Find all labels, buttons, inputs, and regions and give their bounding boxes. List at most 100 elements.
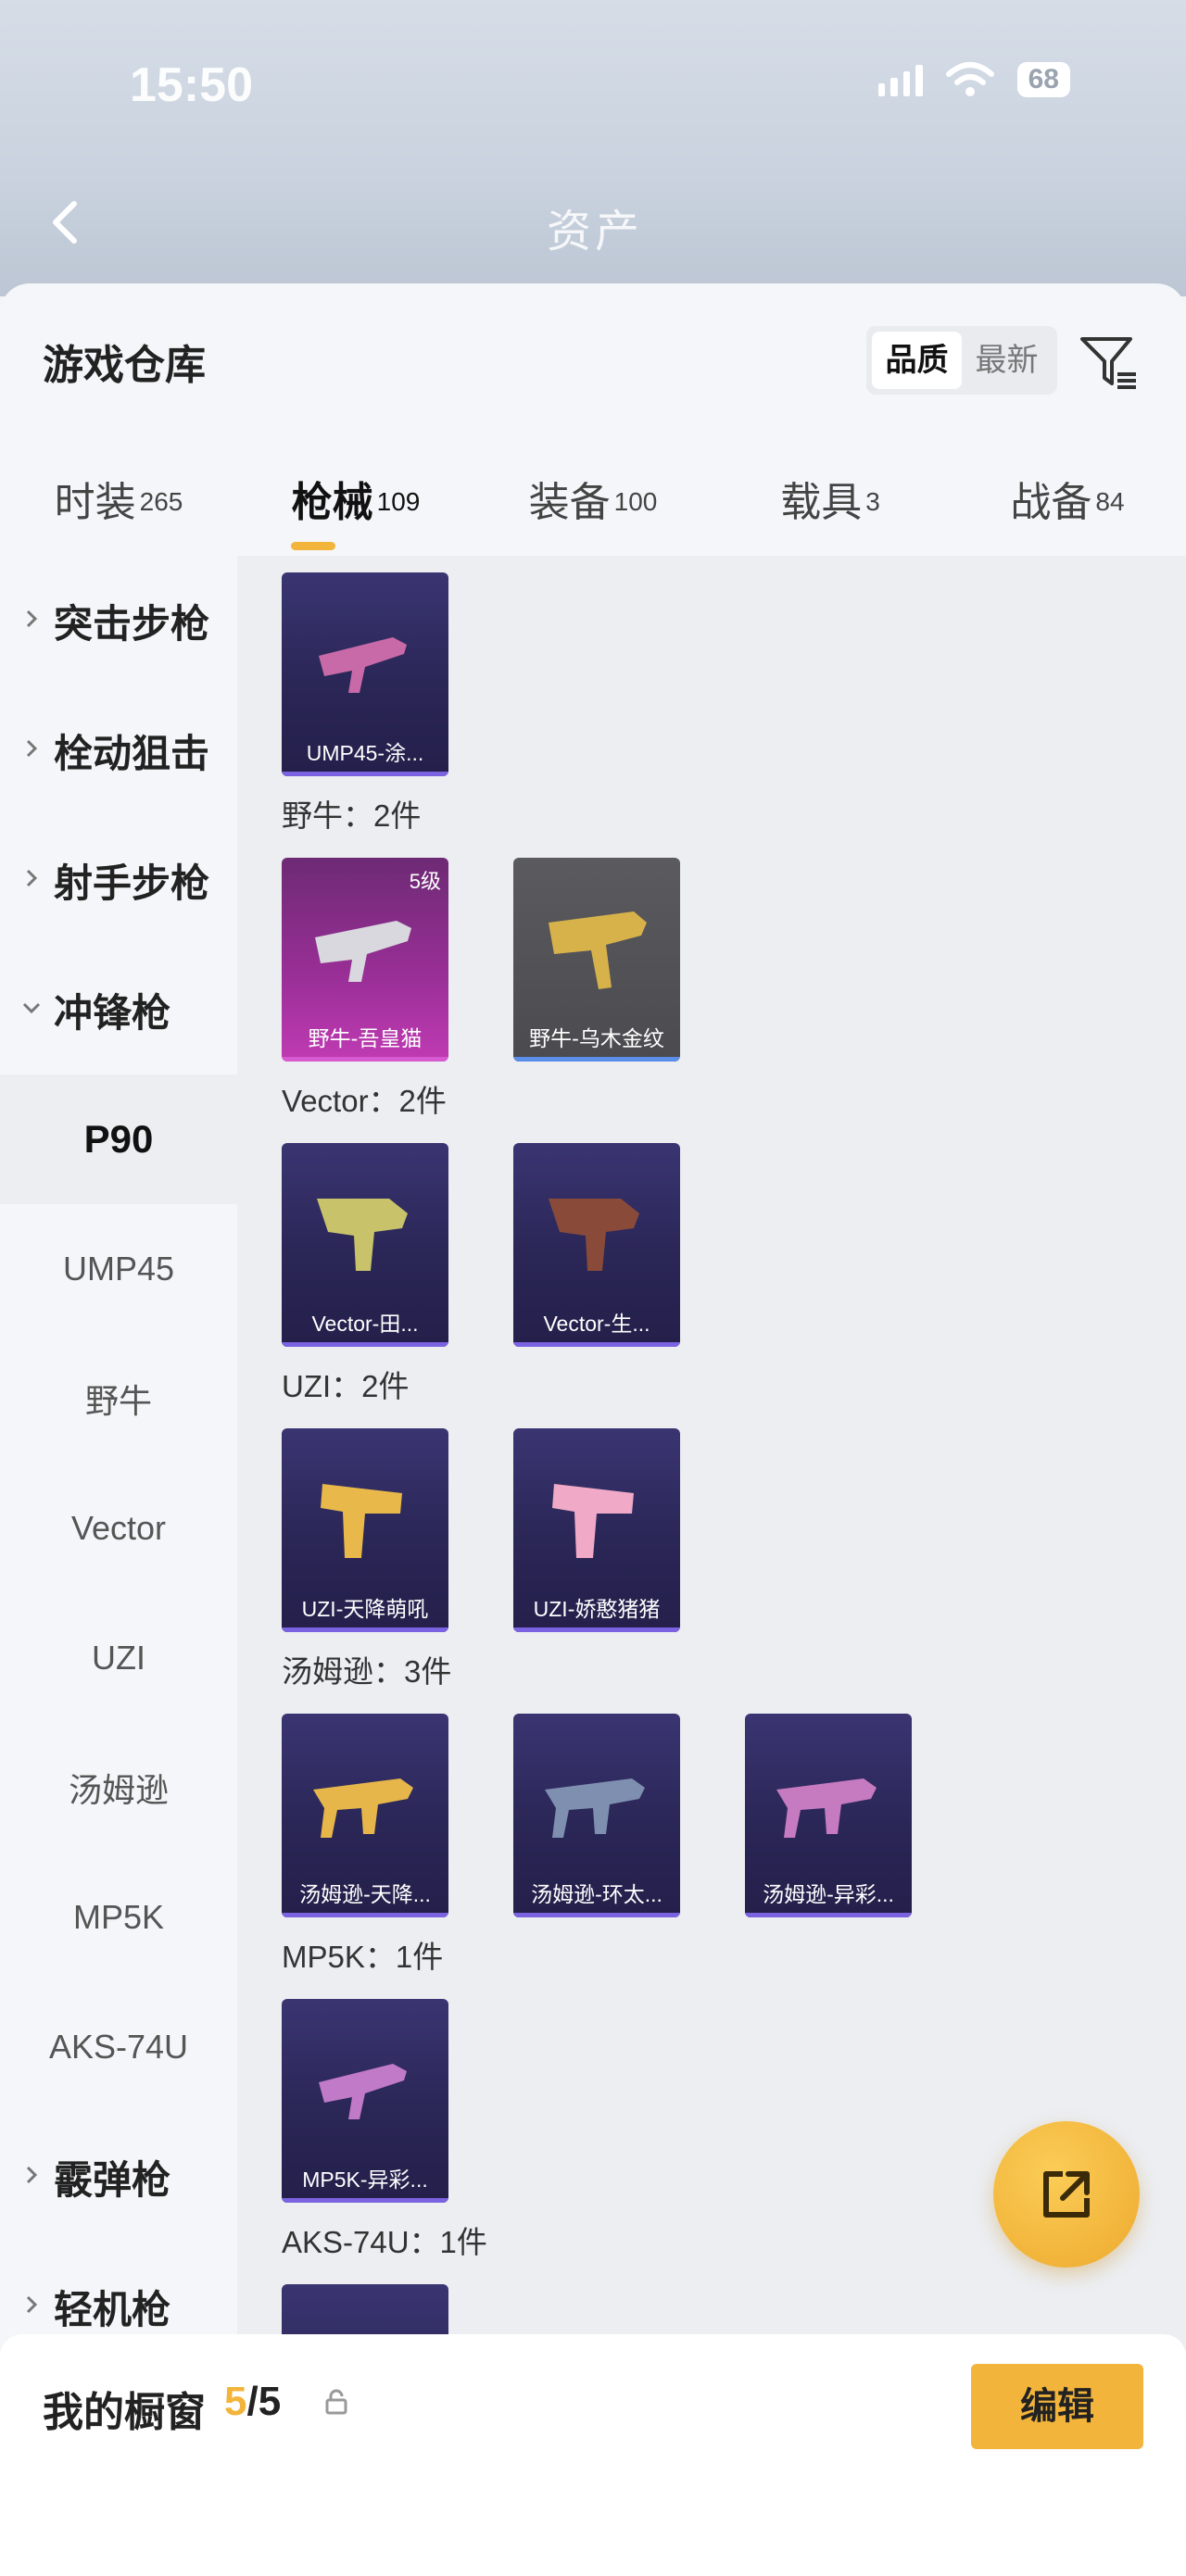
chevron-right-icon [26, 739, 38, 758]
gun-icon [549, 911, 647, 989]
battery-icon: 68 [1016, 62, 1070, 97]
gun-icon [315, 921, 411, 982]
gun-icon [549, 1199, 639, 1271]
weapon-card[interactable]: UZI-娇憨猪猪 [513, 1428, 680, 1632]
sidebar-item-p90[interactable]: P90 [0, 1074, 237, 1204]
gun-icon [313, 1778, 413, 1838]
tab-equipment[interactable]: 装备 100 [474, 450, 712, 561]
share-icon [1043, 2171, 1090, 2218]
sidebar-item-mp5k[interactable]: MP5K [0, 1853, 237, 1982]
tab-count: 100 [613, 486, 658, 516]
sidebar-cat-marksman[interactable]: 射手步枪 [0, 815, 237, 945]
weapon-card-name: 野牛-吾皇猫 [308, 1026, 423, 1050]
gun-icon [776, 1778, 877, 1838]
sidebar-item-aks74u[interactable]: AKS-74U [0, 1982, 237, 2112]
sidebar-item-uzi[interactable]: UZI [0, 1593, 237, 1723]
weapon-card-name: UMP45-涂... [306, 741, 424, 765]
status-time: 15:50 [130, 58, 253, 112]
weapon-card[interactable]: MP5K-异彩... [282, 1999, 448, 2203]
weapon-card[interactable]: 汤姆逊-环太... [513, 1714, 680, 1917]
sidebar-item-ump45[interactable]: UMP45 [0, 1204, 237, 1334]
sidebar-cat-label: 突击步枪 [54, 601, 210, 646]
gun-icon [545, 1778, 645, 1838]
weapon-card[interactable]: 野牛-乌木金纹 [513, 858, 680, 1062]
weapon-card[interactable]: Vector-田... [282, 1143, 448, 1347]
edit-button[interactable]: 编辑 [971, 2364, 1143, 2449]
share-button[interactable] [993, 2121, 1140, 2268]
weapon-card[interactable]: 汤姆逊-天降... [282, 1714, 448, 1917]
tab-label: 战备 [1010, 480, 1092, 525]
tab-count: 3 [865, 486, 880, 516]
lock-icon [325, 2389, 347, 2415]
tab-label: 时装 [54, 480, 136, 525]
weapon-card-name: Vector-田... [311, 1312, 419, 1336]
group-label: Vector：2件 [282, 1084, 447, 1118]
sidebar-cat-label: 冲锋枪 [54, 990, 171, 1035]
rarity-bar [282, 2198, 448, 2203]
sidebar-cat-label: 射手步枪 [54, 861, 210, 905]
sidebar-item-vector[interactable]: Vector [0, 1464, 237, 1593]
category-tabs: 时装 265 枪械 109 装备 100 载具 3 战备 84 [0, 450, 1186, 561]
signal-icon [877, 63, 923, 96]
chevron-right-icon [26, 2295, 38, 2314]
group-label: AKS-74U：1件 [282, 2225, 487, 2259]
tab-label: 枪械 [291, 480, 373, 525]
tab-guns[interactable]: 枪械 109 [237, 450, 474, 561]
tab-label: 载具 [780, 480, 863, 525]
warehouse-sheet: 游戏仓库 品质 最新 时装 265 枪械 109 装备 100 载具 3 战备 84 [0, 283, 1186, 2576]
page-title: 资产 [547, 207, 644, 257]
rarity-bar [282, 1057, 448, 1062]
wifi-icon [945, 62, 994, 96]
rarity-bar [513, 1627, 680, 1632]
rarity-bar [745, 1913, 912, 1917]
sidebar-item-thompson[interactable]: 汤姆逊 [0, 1723, 237, 1853]
rarity-bar [282, 1342, 448, 1347]
top-nav: 资产 [0, 185, 1186, 259]
weapon-card-name: Vector-生... [543, 1312, 650, 1336]
showcase-bar: 我的橱窗 5/5 编辑 [0, 2334, 1186, 2576]
sort-newest[interactable]: 最新 [962, 332, 1052, 389]
sort-quality[interactable]: 品质 [872, 332, 962, 389]
weapon-card-name: 汤姆逊-环太... [531, 1882, 662, 1906]
back-icon[interactable] [41, 196, 93, 248]
weapon-card-name: MP5K-异彩... [302, 2168, 428, 2192]
chevron-right-icon [26, 2166, 38, 2184]
group-label: MP5K：1件 [282, 1940, 444, 1974]
weapon-card[interactable]: Vector-生... [513, 1143, 680, 1347]
chevron-right-icon [26, 609, 38, 628]
filter-icon[interactable] [1079, 332, 1140, 393]
chevron-down-icon [22, 1002, 41, 1014]
top-header: 15:50 68 资产 [0, 0, 1186, 296]
weapon-card[interactable]: UMP45-涂... [282, 572, 448, 776]
showcase-count: 5/5 [224, 2379, 281, 2425]
weapon-card-name: 野牛-乌木金纹 [529, 1026, 664, 1050]
sidebar-cat-label: 栓动狙击 [54, 731, 210, 775]
group-label: UZI：2件 [282, 1369, 410, 1403]
tab-gear[interactable]: 战备 84 [949, 450, 1186, 561]
tab-fashion[interactable]: 时装 265 [0, 450, 237, 561]
gun-icon [317, 1199, 408, 1271]
weapon-card[interactable]: 汤姆逊-异彩... [745, 1714, 912, 1917]
rarity-bar [513, 1913, 680, 1917]
sort-toggle: 品质 最新 [866, 326, 1057, 395]
tab-count: 265 [139, 486, 183, 516]
showcase-current: 5 [224, 2379, 247, 2424]
group-label: 野牛：2件 [282, 798, 422, 833]
weapon-card[interactable]: 5级 野牛-吾皇猫 [282, 858, 448, 1062]
sidebar-cat-smg[interactable]: 冲锋枪 [0, 945, 237, 1074]
sidebar-cat-label: 霰弹枪 [54, 2157, 171, 2202]
rarity-bar [282, 1913, 448, 1917]
chevron-right-icon [26, 869, 38, 887]
rarity-bar [282, 772, 448, 776]
tab-vehicles[interactable]: 载具 3 [712, 450, 949, 561]
sidebar-cat-bolt-sniper[interactable]: 栓动狙击 [0, 685, 237, 815]
gun-icon [321, 1484, 402, 1558]
tab-label: 装备 [528, 480, 611, 525]
sidebar-cat-assault-rifle[interactable]: 突击步枪 [0, 556, 237, 685]
sidebar-item-bison[interactable]: 野牛 [0, 1334, 237, 1464]
weapon-card[interactable]: UZI-天降萌吼 [282, 1428, 448, 1632]
sidebar-cat-shotgun[interactable]: 霰弹枪 [0, 2112, 237, 2242]
weapon-card-name: 汤姆逊-异彩... [763, 1882, 894, 1906]
gun-icon [319, 637, 407, 693]
rarity-bar [513, 1057, 680, 1062]
